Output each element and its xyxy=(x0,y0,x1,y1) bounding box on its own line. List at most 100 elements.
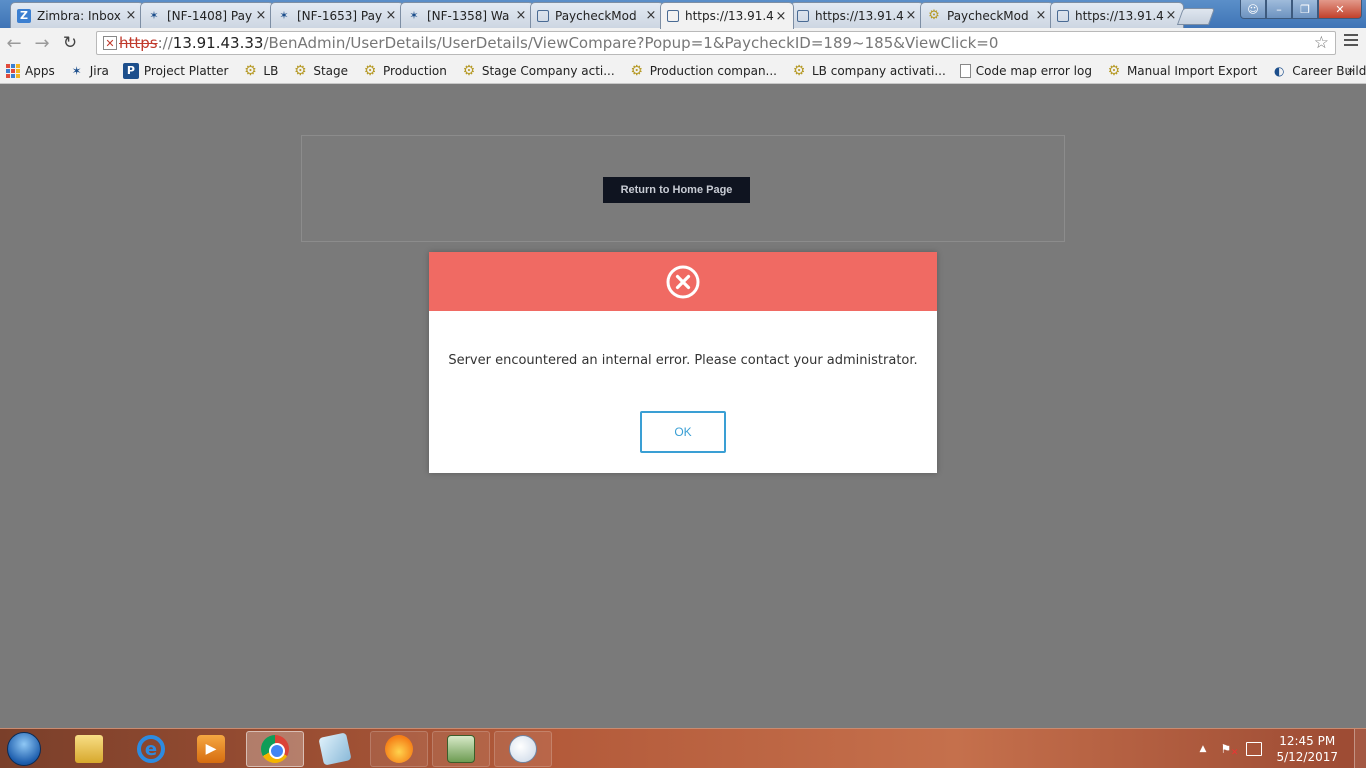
clock[interactable]: 12:45 PM 5/12/2017 xyxy=(1276,733,1338,765)
globe-icon xyxy=(797,9,809,22)
tab-close-icon[interactable]: × xyxy=(515,8,527,23)
tab-paycheckmod-2[interactable]: ⚙ PaycheckMod × xyxy=(920,2,1054,28)
bookmark-jira[interactable]: ✶ Jira xyxy=(69,63,109,79)
tab-close-icon[interactable]: × xyxy=(775,9,787,24)
gear-icon: ⚙ xyxy=(792,62,806,79)
tray-expand-icon[interactable]: ▲ xyxy=(1200,744,1207,754)
tab-strip: Z Zimbra: Inbox × ✶ [NF-1408] Pay × ✶ [N… xyxy=(0,0,1366,29)
tab-nf-1653[interactable]: ✶ [NF-1653] Pay × xyxy=(270,2,404,28)
bookmark-stage-company[interactable]: ⚙ Stage Company acti... xyxy=(461,63,615,79)
notes-icon xyxy=(318,732,352,766)
tab-close-icon[interactable]: × xyxy=(905,8,917,23)
network-icon[interactable] xyxy=(1246,742,1263,756)
bookmark-production-company[interactable]: ⚙ Production compan... xyxy=(629,63,777,79)
forward-arrow-icon[interactable]: → xyxy=(28,30,56,56)
paint-icon xyxy=(509,735,537,763)
globe-icon xyxy=(537,9,549,22)
tab-url-3[interactable]: https://13.91.4 × xyxy=(1050,2,1184,28)
bookmark-label: Manual Import Export xyxy=(1126,63,1258,78)
zimbra-icon: Z xyxy=(17,8,31,23)
url-separator: :// xyxy=(157,34,173,52)
tab-close-icon[interactable]: × xyxy=(1035,8,1047,23)
tab-title: [NF-1408] Pay xyxy=(167,8,253,23)
tab-close-icon[interactable]: × xyxy=(1165,8,1177,23)
taskbar-ie[interactable]: e xyxy=(122,731,180,767)
return-home-button[interactable]: Return to Home Page xyxy=(603,177,750,203)
bookmark-label: Career Builder Login... xyxy=(1292,63,1366,78)
maximize-button[interactable]: ❐ xyxy=(1292,0,1318,19)
tab-nf-1358[interactable]: ✶ [NF-1358] Wa × xyxy=(400,2,534,28)
tab-close-icon[interactable]: × xyxy=(255,8,267,23)
tab-title: [NF-1653] Pay xyxy=(297,8,383,23)
apps-grid-icon xyxy=(6,63,20,78)
error-dialog: Server encountered an internal error. Pl… xyxy=(429,252,937,473)
url-scheme: https xyxy=(119,34,158,52)
tab-title: PaycheckMod xyxy=(947,8,1029,23)
bookmark-production[interactable]: ⚙ Production xyxy=(362,63,447,79)
gear-icon: ⚙ xyxy=(363,62,377,79)
tab-close-icon[interactable]: × xyxy=(125,8,137,23)
error-dialog-header xyxy=(429,252,937,311)
page-content: Return to Home Page Server encountered a… xyxy=(0,85,1366,728)
gear-icon: ⚙ xyxy=(630,62,643,79)
taskbar-chrome[interactable] xyxy=(246,731,304,767)
page-icon xyxy=(959,63,971,78)
bookmark-lb-company[interactable]: ⚙ LB company activati... xyxy=(791,63,946,79)
bookmarks-overflow-icon[interactable]: » xyxy=(1347,63,1354,77)
bookmark-label: Code map error log xyxy=(975,63,1092,78)
jira-icon: ✶ xyxy=(71,63,82,78)
bookmark-project-platter[interactable]: P Project Platter xyxy=(122,62,229,79)
window-controls: ☺ – ❐ ✕ xyxy=(1240,0,1362,19)
minimize-button[interactable]: – xyxy=(1266,0,1292,19)
clock-date: 5/12/2017 xyxy=(1276,750,1338,764)
clock-time: 12:45 PM xyxy=(1279,734,1336,748)
new-tab-button[interactable] xyxy=(1176,8,1216,25)
start-button[interactable] xyxy=(2,730,46,768)
bookmark-code-map[interactable]: Code map error log xyxy=(959,63,1092,78)
taskbar-calculator[interactable] xyxy=(432,731,490,767)
bookmark-manual-import[interactable]: ⚙ Manual Import Export xyxy=(1106,63,1258,79)
tab-zimbra-inbox[interactable]: Z Zimbra: Inbox × xyxy=(10,2,144,28)
bookmark-label: LB xyxy=(263,63,279,78)
taskbar-media[interactable]: ▶ xyxy=(182,731,240,767)
bookmark-lb[interactable]: ⚙ LB xyxy=(242,63,278,79)
calculator-icon xyxy=(447,735,475,763)
url-host: 13.91.43.33 xyxy=(172,34,264,52)
taskbar-explorer[interactable] xyxy=(60,731,118,767)
bookmark-label: Production xyxy=(383,63,447,78)
tab-close-icon[interactable]: × xyxy=(385,8,397,23)
chrome-icon xyxy=(261,735,289,763)
globe-icon xyxy=(667,10,679,22)
ok-button[interactable]: OK xyxy=(640,411,726,453)
user-icon[interactable]: ☺ xyxy=(1240,0,1266,19)
tab-url-2[interactable]: https://13.91.4 × xyxy=(790,2,924,28)
browser-toolbar: ← → ↻ ✕ https :// 13.91.43.33 /BenAdmin/… xyxy=(0,28,1366,58)
tab-paycheckmod-1[interactable]: PaycheckMod × xyxy=(530,2,664,28)
back-arrow-icon[interactable]: ← xyxy=(0,30,28,56)
close-window-button[interactable]: ✕ xyxy=(1318,0,1362,19)
bookmark-label: Stage xyxy=(313,63,349,78)
content-panel: Return to Home Page xyxy=(301,135,1065,242)
bookmark-apps[interactable]: Apps xyxy=(6,63,55,78)
p-icon: P xyxy=(122,62,139,79)
address-bar[interactable]: ✕ https :// 13.91.43.33 /BenAdmin/UserDe… xyxy=(96,31,1336,55)
url-path: /BenAdmin/UserDetails/UserDetails/ViewCo… xyxy=(263,34,999,52)
taskbar-paint[interactable] xyxy=(494,731,552,767)
tab-close-icon[interactable]: × xyxy=(645,8,657,23)
show-desktop-button[interactable] xyxy=(1354,729,1366,768)
bookmark-label: LB company activati... xyxy=(812,63,946,78)
bookmark-star-icon[interactable]: ☆ xyxy=(1314,33,1329,53)
action-center-flag-icon[interactable]: ⚑ xyxy=(1220,742,1238,758)
tab-active-url[interactable]: https://13.91.4 × xyxy=(660,2,794,29)
taskbar-firefox[interactable] xyxy=(370,731,428,767)
chrome-menu-icon[interactable] xyxy=(1344,34,1358,49)
windows-taskbar: e ▶ ▲ ⚑ 12:45 PM 5/12/2017 xyxy=(0,728,1366,768)
reload-icon[interactable]: ↻ xyxy=(56,30,84,56)
taskbar-notes[interactable] xyxy=(306,731,364,767)
bookmark-stage[interactable]: ⚙ Stage xyxy=(292,63,348,79)
bookmark-label: Apps xyxy=(25,63,55,78)
bookmark-label: Jira xyxy=(89,63,109,78)
tab-nf-1408[interactable]: ✶ [NF-1408] Pay × xyxy=(140,2,274,28)
bookmark-label: Project Platter xyxy=(143,63,229,78)
jira-icon: ✶ xyxy=(279,9,289,22)
